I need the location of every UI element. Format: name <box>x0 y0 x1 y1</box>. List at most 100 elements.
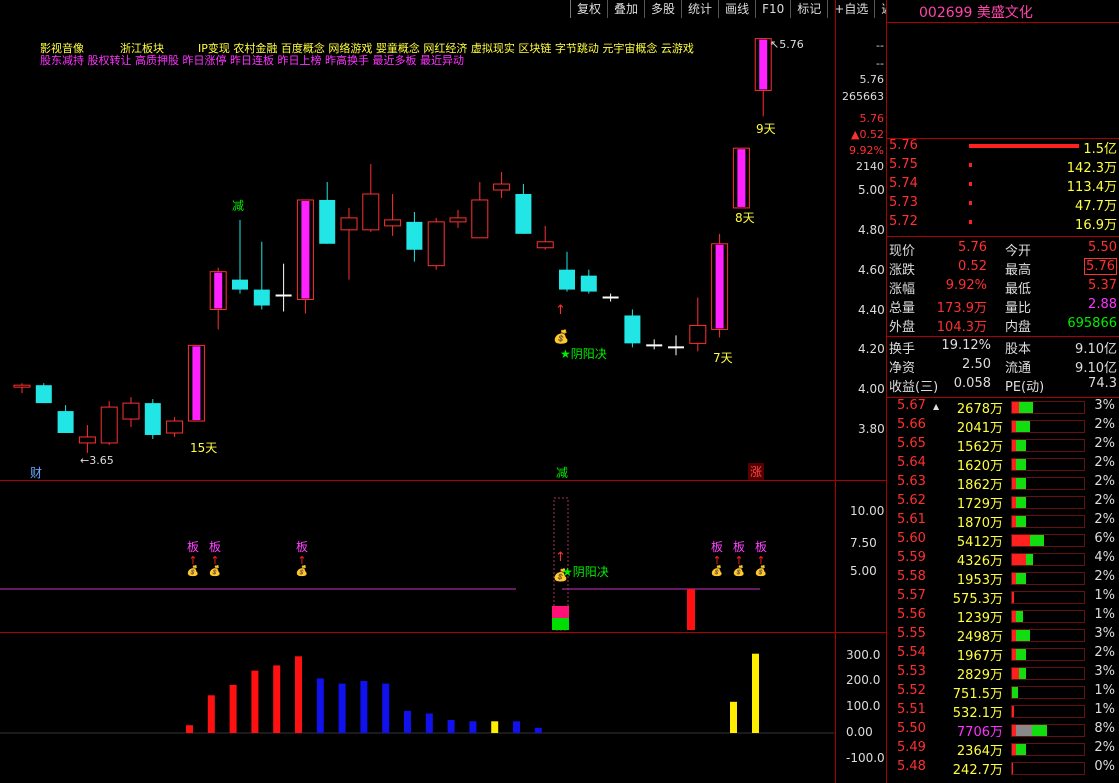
orderbook-bottom-divider <box>887 236 1119 237</box>
distribution-row[interactable]: 5.58 1953万 2% <box>887 569 1119 588</box>
fund-value: 19.12% <box>941 338 991 353</box>
dist-percent: 2% <box>1094 645 1115 660</box>
candle-fill <box>715 244 724 329</box>
distribution-row[interactable]: 5.52 751.5万 1% <box>887 683 1119 702</box>
ban-label: 板 <box>732 540 745 554</box>
distribution-row[interactable]: 5.63 1862万 2% <box>887 474 1119 493</box>
oscillator-bar <box>382 683 390 733</box>
orderbook-row[interactable]: 5.75 142.3万 <box>887 157 1119 176</box>
dist-volume: 1620万 <box>956 459 1003 474</box>
candle-body <box>232 279 248 290</box>
ban-arrow-icon: ↑ <box>188 554 198 567</box>
high-price-label: 5.76 <box>779 38 804 51</box>
fund-value: 2.50 <box>962 357 991 372</box>
dist-bar-red <box>1012 402 1019 413</box>
candle-body <box>166 420 184 434</box>
price-header-value-4: 5.76 <box>859 112 885 125</box>
distribution-row[interactable]: 5.66 2041万 2% <box>887 417 1119 436</box>
dist-percent: 1% <box>1094 702 1115 717</box>
orderbook-row[interactable]: 5.74 113.4万 <box>887 176 1119 195</box>
bottom-tick-4: -100.0 <box>846 751 885 765</box>
distribution-row[interactable]: 5.65 1562万 2% <box>887 436 1119 455</box>
distribution-row[interactable]: 5.48 242.7万 0% <box>887 759 1119 778</box>
dist-bar-green <box>1019 402 1033 413</box>
price-tick-0: 5.00 <box>858 183 885 197</box>
dist-volume: 575.3万 <box>952 592 1003 607</box>
dist-volume: 2498万 <box>956 630 1003 645</box>
title-divider <box>887 22 1119 23</box>
distribution-row[interactable]: 5.55 2498万 3% <box>887 626 1119 645</box>
oscillator-bar <box>425 713 433 733</box>
candle-fill <box>192 346 201 421</box>
stock-title[interactable]: 002699 美盛文化 <box>919 2 1033 22</box>
dist-bar-red <box>1012 706 1015 717</box>
dist-percent: 2% <box>1094 417 1115 432</box>
quote-row: 涨跌 0.52 最高 5.76 <box>887 258 1119 278</box>
distribution-row[interactable]: 5.62 1729万 2% <box>887 493 1119 512</box>
quote-value: 5.76 <box>958 240 987 255</box>
day-count-8: 8天 <box>735 211 755 225</box>
kline-chart[interactable] <box>0 0 835 783</box>
distribution-row[interactable]: 5.60 5412万 6% <box>887 531 1119 550</box>
dist-volume: 242.7万 <box>952 763 1003 778</box>
candle-body <box>449 217 467 223</box>
distribution-row[interactable]: 5.54 1967万 2% <box>887 645 1119 664</box>
quote-label: 总量 <box>889 301 916 316</box>
ask-volume-bar <box>969 144 1079 148</box>
ban-money-bag-icon: 💰 <box>186 566 200 577</box>
distribution-row[interactable]: 5.49 2364万 2% <box>887 740 1119 759</box>
dist-percent: 2% <box>1094 493 1115 508</box>
candle-body <box>78 436 96 444</box>
dist-percent: 2% <box>1094 436 1115 451</box>
ask-volume: 113.4万 <box>1066 180 1117 195</box>
price-tick-5: 4.00 <box>858 382 885 397</box>
quote-label: 内盘 <box>1005 320 1032 335</box>
distribution-row[interactable]: 5.67 ▲ 2678万 3% <box>887 398 1119 417</box>
dist-volume: 1862万 <box>956 478 1003 493</box>
price-tick-3: 4.40 <box>858 302 885 317</box>
jian-signal: 减 <box>232 199 245 213</box>
distribution-row[interactable]: 5.53 2829万 3% <box>887 664 1119 683</box>
oscillator-bar <box>338 683 346 733</box>
candle-body <box>100 406 118 444</box>
dist-price: 5.67 <box>897 398 926 413</box>
ask-price: 5.74 <box>889 176 918 191</box>
fund-label: PE(动) <box>1005 380 1045 395</box>
dist-percent: 2% <box>1094 740 1115 755</box>
quote-label: 现价 <box>889 244 916 259</box>
dist-volume: 751.5万 <box>952 687 1003 702</box>
dist-price: 5.50 <box>897 721 926 736</box>
dist-price: 5.65 <box>897 436 926 451</box>
dist-percent: 2% <box>1094 569 1115 584</box>
ask-volume: 142.3万 <box>1066 161 1117 176</box>
orderbook-row[interactable]: 5.72 16.9万 <box>887 214 1119 233</box>
oscillator-bar <box>752 653 759 733</box>
dist-volume: 2364万 <box>956 744 1003 759</box>
distribution-row[interactable]: 5.64 1620万 2% <box>887 455 1119 474</box>
ban-label: 板 <box>186 540 199 554</box>
dist-percent: 1% <box>1094 683 1115 698</box>
dist-price: 5.59 <box>897 550 926 565</box>
distribution-row[interactable]: 5.51 532.1万 1% <box>887 702 1119 721</box>
dist-price: 5.48 <box>897 759 926 774</box>
dist-percent: 8% <box>1094 721 1115 736</box>
candle-fill <box>301 200 310 299</box>
ban-label: 板 <box>295 540 308 554</box>
orderbook-row[interactable]: 5.76 1.5亿 <box>887 138 1119 157</box>
bottom-tick-3: 0.00 <box>846 725 873 739</box>
day-count-7: 7天 <box>713 351 733 365</box>
dist-price: 5.58 <box>897 569 926 584</box>
dist-price: 5.55 <box>897 626 926 641</box>
orderbook-row[interactable]: 5.73 47.7万 <box>887 195 1119 214</box>
quote-label: 最高 <box>1005 263 1032 278</box>
distribution-row[interactable]: 5.56 1239万 1% <box>887 607 1119 626</box>
quote-value: 5.37 <box>1088 278 1117 293</box>
dist-percent: 2% <box>1094 474 1115 489</box>
distribution-row[interactable]: 5.57 575.3万 1% <box>887 588 1119 607</box>
quote-value: 104.3万 <box>936 320 987 335</box>
distribution-row[interactable]: 5.50 7706万 8% <box>887 721 1119 740</box>
dist-price: 5.54 <box>897 645 926 660</box>
dist-volume: 1729万 <box>956 497 1003 512</box>
distribution-row[interactable]: 5.59 4326万 4% <box>887 550 1119 569</box>
distribution-row[interactable]: 5.61 1870万 2% <box>887 512 1119 531</box>
